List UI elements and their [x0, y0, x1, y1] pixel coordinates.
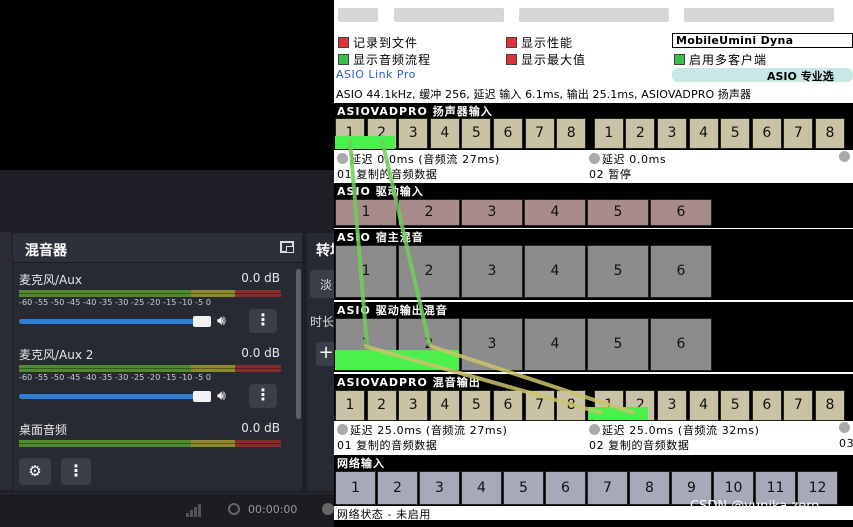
routing-lines	[348, 139, 635, 415]
undock-icon[interactable]	[280, 241, 294, 253]
volume-slider-handle[interactable]	[193, 316, 211, 327]
channel-menu-button[interactable]: ⋮	[249, 384, 277, 408]
mixer-title: 混音器	[25, 243, 67, 259]
signal-bars-icon	[186, 503, 202, 517]
channel-menu-button[interactable]: ⋮	[249, 309, 277, 333]
route-line	[363, 344, 603, 415]
volume-meter	[19, 440, 281, 447]
route-line	[429, 344, 635, 415]
transition-select[interactable]: 淡	[310, 270, 336, 298]
mixer-channel: 桌面音频 0.0 dB	[13, 421, 302, 451]
volume-meter	[19, 290, 281, 297]
meter-scale: -60 -55 -50 -45 -40 -35 -30 -25 -20 -15 …	[19, 373, 212, 382]
channel-name: 桌面音频	[19, 423, 68, 437]
route-line	[348, 139, 369, 347]
speaker-icon[interactable]: 🔊︎	[217, 313, 226, 329]
mixer-channel: 麦克风/Aux 0.0 dB -60 -55 -50 -45 -40 -35 -…	[13, 271, 302, 346]
volume-slider[interactable]	[19, 394, 209, 399]
scene-dock-edge	[0, 232, 12, 490]
mixer-menu-button[interactable]: ⋮	[61, 458, 91, 485]
mixer-scrollbar[interactable]	[296, 269, 301, 419]
channel-name: 麦克风/Aux 2	[19, 348, 94, 362]
channel-name: 麦克风/Aux	[19, 273, 82, 287]
meter-scale: -60 -55 -50 -45 -40 -35 -30 -25 -20 -15 …	[19, 298, 212, 307]
obs-window: 混音器 麦克风/Aux 0.0 dB -60 -55 -50 -45 -40 -…	[0, 0, 344, 527]
speaker-icon[interactable]: 🔊︎	[217, 388, 226, 404]
gear-icon[interactable]: ⚙	[19, 458, 51, 485]
preview-area	[0, 0, 336, 170]
channel-db: 0.0 dB	[241, 346, 280, 360]
watermark: CSDN @yunika zero	[690, 499, 820, 514]
stream-status-icon	[322, 503, 334, 515]
route-line	[380, 139, 432, 347]
volume-slider[interactable]	[19, 319, 209, 324]
channel-db: 0.0 dB	[241, 421, 280, 435]
add-transition-button[interactable]: +	[316, 342, 336, 366]
record-status-icon	[228, 503, 240, 515]
transition-duration-label: 时长	[310, 315, 335, 329]
volume-meter	[19, 365, 281, 372]
volume-slider-handle[interactable]	[193, 391, 211, 402]
channel-db: 0.0 dB	[241, 271, 280, 285]
mixer-channel: 麦克风/Aux 2 0.0 dB -60 -55 -50 -45 -40 -35…	[13, 346, 302, 421]
record-time: 00:00:00	[248, 503, 298, 516]
mixer-panel: 混音器 麦克风/Aux 0.0 dB -60 -55 -50 -45 -40 -…	[13, 233, 302, 491]
mixer-header: 混音器	[13, 233, 302, 263]
asio-link-pro-window: 记录到文件 显示性能 显示音频流程 显示最大值 MobileUmini Dyna…	[334, 0, 853, 527]
